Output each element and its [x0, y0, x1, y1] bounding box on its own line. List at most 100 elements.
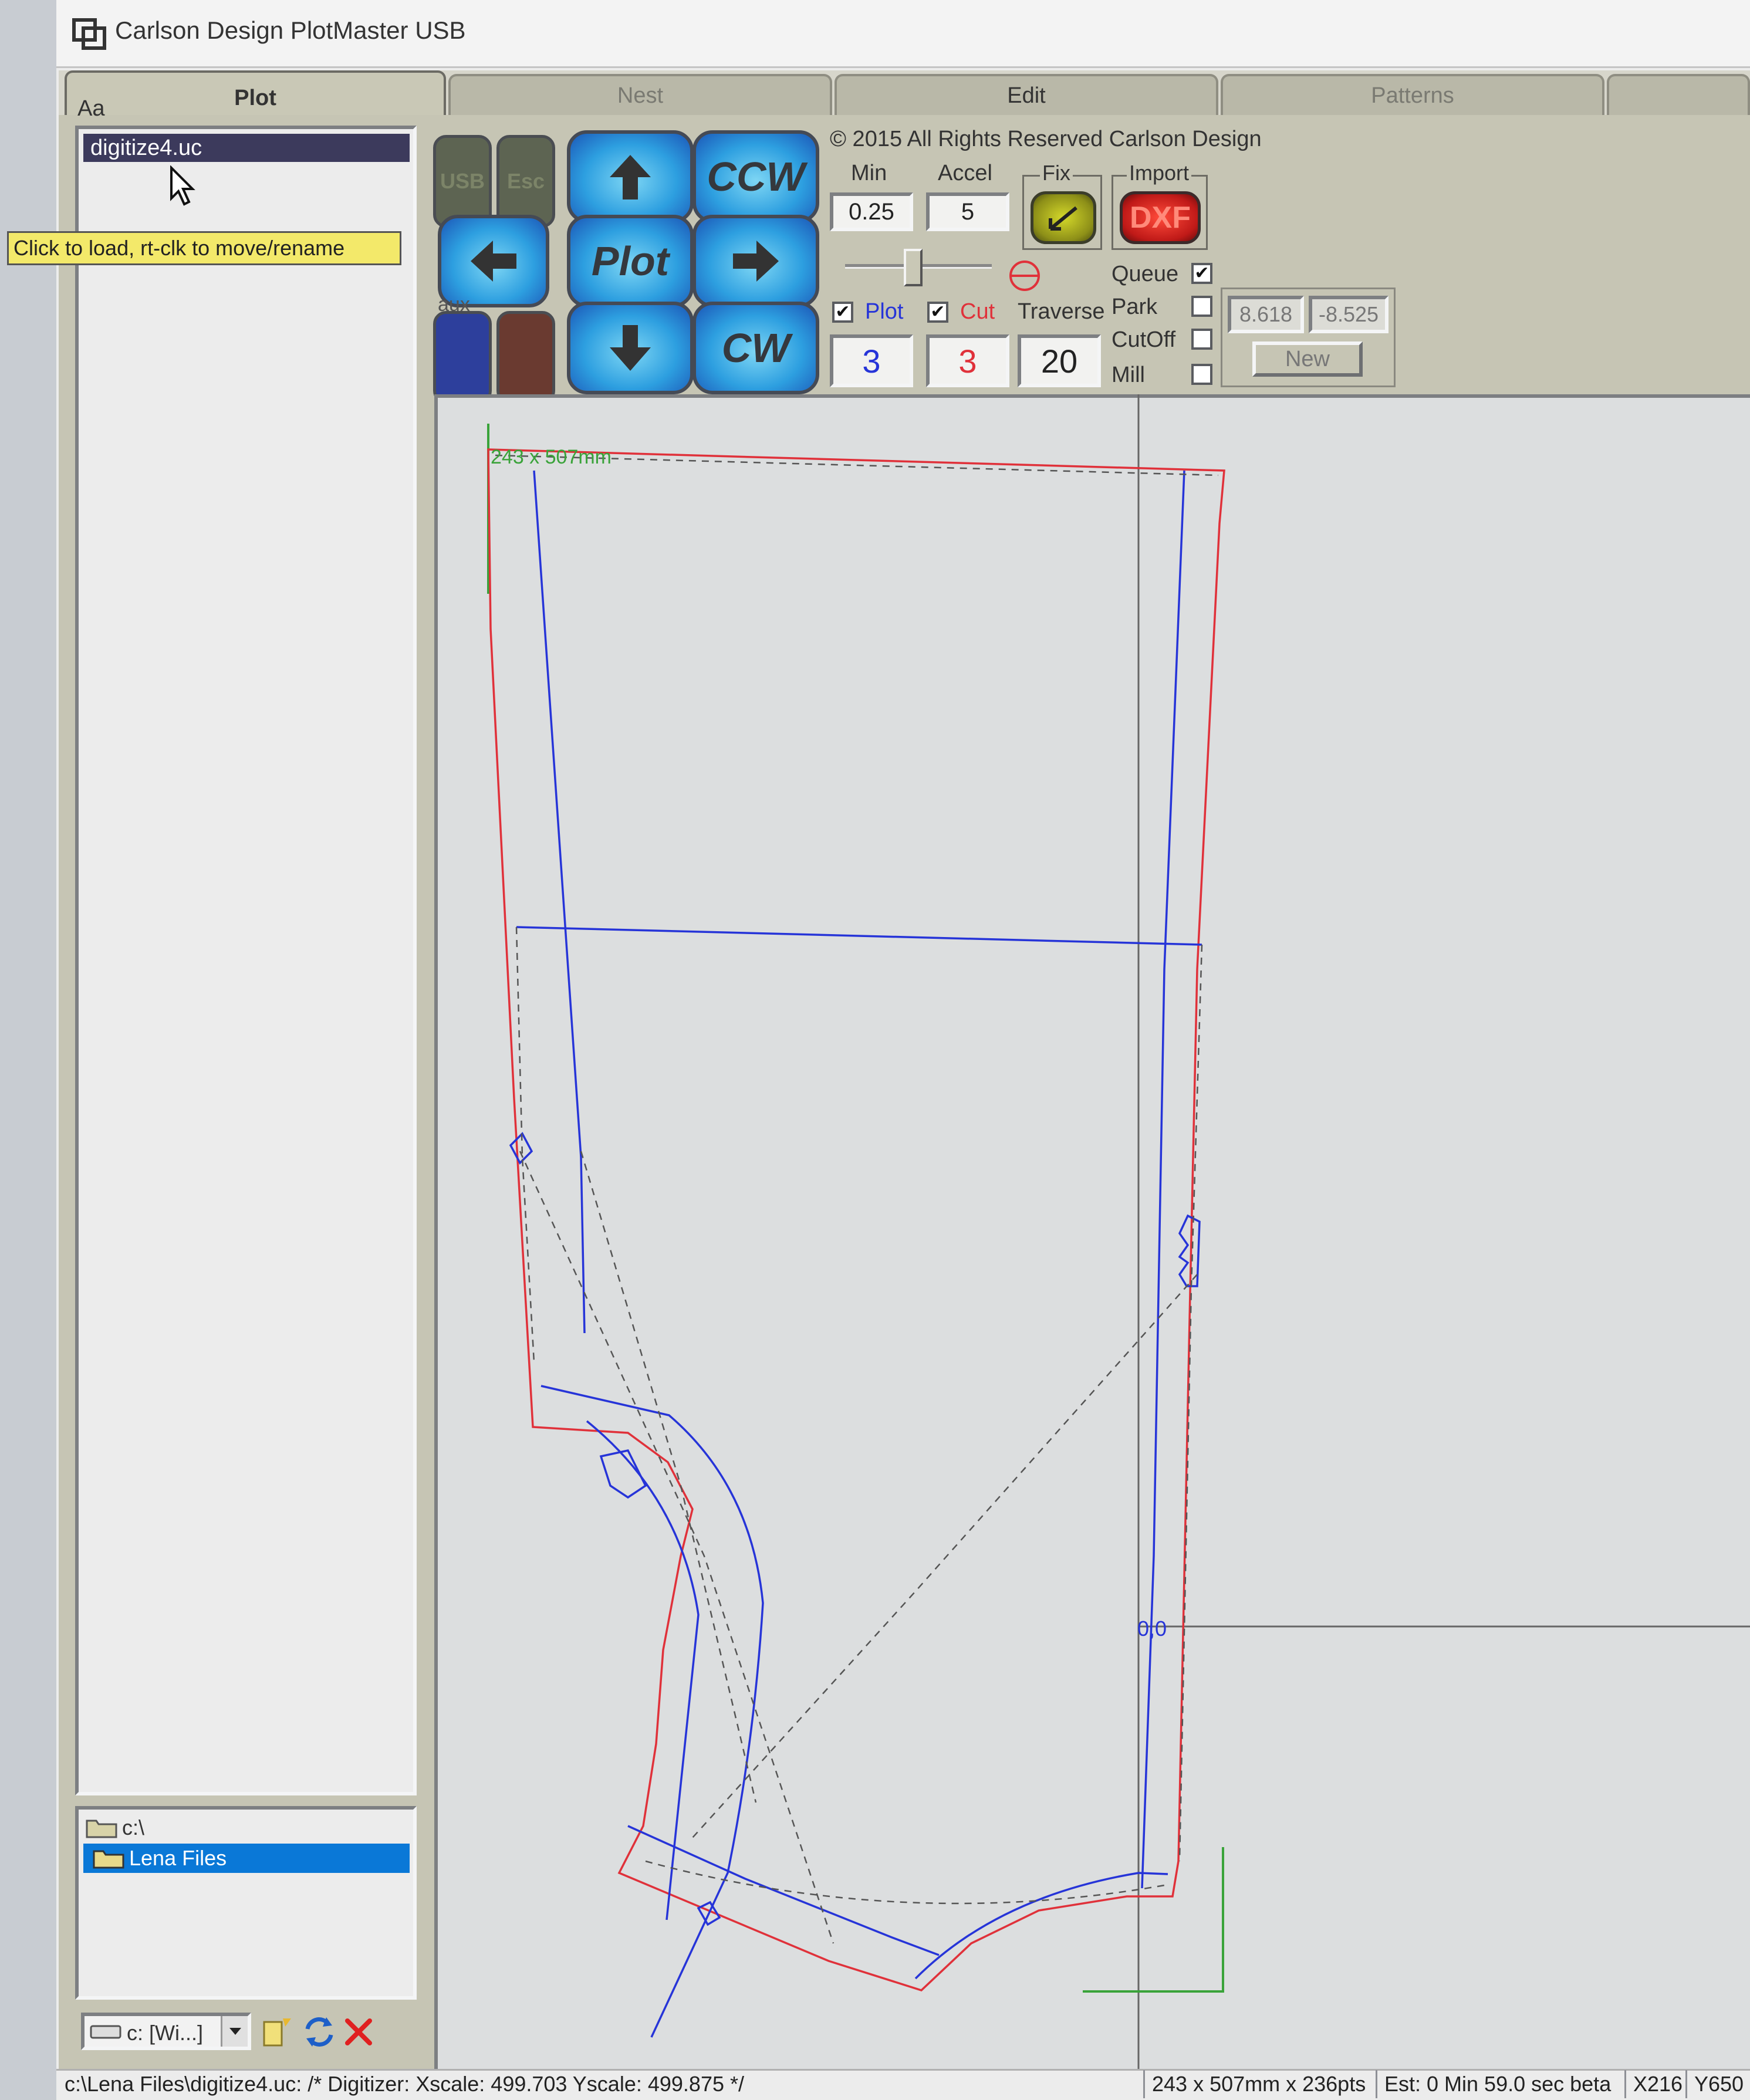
ccw-label: CCW: [707, 154, 805, 199]
tab-nest[interactable]: Nest: [448, 74, 832, 115]
accel-input[interactable]: 5: [926, 192, 1009, 231]
cut-checkbox[interactable]: ✔: [927, 302, 948, 323]
coord-y-value: -8.525: [1318, 302, 1379, 326]
park-label: Park: [1112, 295, 1158, 319]
plot-speed-value: 3: [862, 342, 881, 380]
plot-canvas[interactable]: 243 x 507mm 0,0: [434, 394, 1750, 2069]
mouse-cursor-icon: [170, 165, 195, 206]
coord-y-field[interactable]: -8.525: [1309, 296, 1388, 333]
window-title: Carlson Design PlotMaster USB: [115, 16, 466, 44]
rotate-ccw-button[interactable]: CCW: [692, 130, 819, 223]
tab-edit-label: Edit: [1007, 83, 1046, 108]
folder-icon: [86, 1820, 117, 1838]
guide-diag-2: [692, 1274, 1198, 1838]
traverse-speed-input[interactable]: 20: [1018, 334, 1101, 387]
slider-thumb[interactable]: [904, 249, 923, 286]
folder-icon: [93, 1850, 124, 1869]
drive-select[interactable]: c: [Wi...]: [81, 2013, 251, 2050]
file-item-label: digitize4.uc: [90, 136, 202, 160]
park-checkbox[interactable]: [1191, 296, 1212, 317]
pattern-drawing: 243 x 507mm 0,0: [487, 394, 1750, 2069]
chevron-down-icon[interactable]: [221, 2016, 248, 2047]
canvas-origin-label: 0,0: [1137, 1617, 1167, 1641]
rotate-cw-button[interactable]: CW: [692, 302, 819, 394]
import-dxf-button[interactable]: DXF: [1120, 191, 1201, 244]
status-estimate: Est: 0 Min 59.0 sec beta: [1376, 2070, 1624, 2098]
copyright-text: © 2015 All Rights Reserved Carlson Desig…: [830, 127, 1262, 151]
arrow-up-icon: [610, 155, 651, 199]
drive-icon: [90, 2025, 121, 2039]
tab-edit[interactable]: Edit: [835, 74, 1218, 115]
plot-checkbox[interactable]: ✔: [832, 302, 853, 323]
screen-bezel: [0, 0, 59, 2100]
usb-label: USB: [440, 169, 485, 193]
fix-icon: [1049, 206, 1077, 231]
guide-right: [1178, 944, 1203, 1862]
accel-label: Accel: [938, 161, 992, 185]
move-down-button[interactable]: [567, 302, 694, 394]
file-tooltip: Click to load, rt-clk to move/rename: [7, 231, 401, 265]
plot-label: Plot: [591, 238, 670, 284]
plot-curve: [540, 1385, 764, 2038]
min-label: Min: [851, 161, 887, 185]
queue-checkbox[interactable]: ✔: [1191, 263, 1212, 284]
folder-item-lena-files[interactable]: Lena Files: [83, 1844, 410, 1873]
speed-slider[interactable]: [845, 246, 992, 288]
file-tooltip-text: Click to load, rt-clk to move/rename: [13, 236, 345, 260]
folder-root-label: c:\: [122, 1815, 145, 1839]
import-label: Import: [1127, 161, 1192, 185]
new-button[interactable]: New: [1252, 341, 1363, 377]
move-right-button[interactable]: [692, 215, 819, 307]
origin-target-icon: [1009, 261, 1040, 291]
aux-red-button[interactable]: [496, 311, 555, 404]
coord-x-field[interactable]: 8.618: [1228, 296, 1304, 333]
dxf-label: DXF: [1130, 201, 1191, 235]
status-path: c:\Lena Files\digitize4.uc: /* Digitizer…: [65, 2072, 744, 2096]
tab-patterns[interactable]: Patterns: [1221, 74, 1604, 115]
cutoff-checkbox[interactable]: [1191, 329, 1212, 350]
plot-button[interactable]: Plot: [567, 215, 694, 307]
plot-curve-inner: [586, 1420, 700, 1920]
cut-speed-input[interactable]: 3: [926, 334, 1009, 387]
fix-button[interactable]: [1031, 191, 1096, 244]
plot-check-label: Plot: [865, 299, 904, 324]
cut-check-label: Cut: [960, 299, 995, 324]
tab-extra[interactable]: [1607, 74, 1750, 115]
folder-tree[interactable]: c:\ Lena Files: [75, 1806, 417, 2000]
mill-checkbox[interactable]: [1191, 364, 1212, 385]
tab-patterns-label: Patterns: [1371, 83, 1454, 108]
delete-icon[interactable]: [343, 2016, 374, 2048]
arrow-down-icon: [610, 325, 651, 371]
coord-x-value: 8.618: [1239, 302, 1293, 326]
cut-outline: [487, 448, 1225, 1991]
plot-right-line: [1141, 470, 1185, 1889]
plot-speed-input[interactable]: 3: [830, 334, 913, 387]
min-value: 0.25: [849, 198, 894, 225]
folder-item-root[interactable]: c:\: [85, 1814, 144, 1841]
drive-select-label: c: [Wi...]: [127, 2021, 203, 2045]
font-label[interactable]: Aa: [77, 96, 104, 121]
arrow-right-icon: [733, 241, 779, 282]
esc-button[interactable]: Esc: [496, 135, 555, 228]
accel-value: 5: [961, 198, 975, 225]
mill-label: Mill: [1112, 363, 1145, 387]
arrow-left-icon: [471, 241, 516, 282]
folder-lena-label: Lena Files: [129, 1846, 227, 1870]
canvas-size-label: 243 x 507mm: [491, 446, 612, 468]
origin-marker: [1083, 1847, 1224, 1993]
min-input[interactable]: 0.25: [830, 192, 913, 231]
refresh-icon[interactable]: [303, 2015, 336, 2049]
file-list[interactable]: digitize4.uc: [75, 126, 417, 1795]
move-up-button[interactable]: [567, 130, 694, 223]
new-label: New: [1285, 346, 1330, 371]
plot-bottom-curve: [914, 1872, 1168, 1980]
new-folder-icon[interactable]: [262, 2016, 295, 2048]
aux-blue-button[interactable]: [433, 311, 492, 404]
fix-label: Fix: [1040, 161, 1073, 185]
cut-speed-value: 3: [958, 342, 977, 380]
plot-cross-line: [516, 926, 1202, 946]
title-bar: Carlson Design PlotMaster USB: [56, 0, 1750, 68]
file-item-selected[interactable]: digitize4.uc: [83, 134, 410, 162]
usb-button[interactable]: USB: [433, 135, 492, 228]
tab-nest-label: Nest: [617, 83, 664, 108]
